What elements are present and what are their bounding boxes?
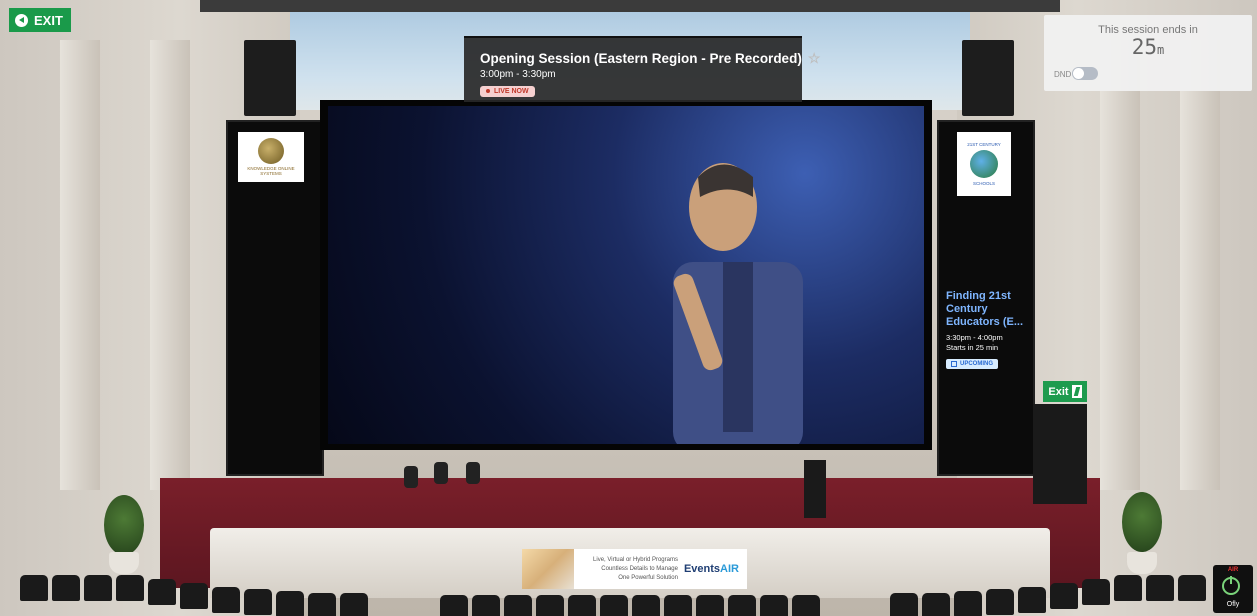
plant <box>1122 492 1162 552</box>
sponsor-logo-right[interactable]: 21ST CENTURY SCHOOLS <box>957 132 1011 196</box>
session-title-row: Opening Session (Eastern Region - Pre Re… <box>480 50 820 67</box>
sponsor-right-line1: 21ST CENTURY <box>967 142 1001 147</box>
session-title: Opening Session (Eastern Region - Pre Re… <box>480 51 802 66</box>
timer-unit: m <box>1157 43 1165 57</box>
exit-sign[interactable]: Exit <box>1043 381 1087 402</box>
live-dot-icon <box>486 89 490 93</box>
dnd-toggle[interactable] <box>1072 67 1098 80</box>
ceiling-beam <box>200 0 1060 12</box>
globe-icon <box>258 138 284 164</box>
upcoming-badge: UPCOMING <box>946 359 998 369</box>
session-time: 3:00pm - 3:30pm <box>480 69 556 80</box>
corner-brand: AIR <box>1227 567 1239 573</box>
upcoming-badge-label: UPCOMING <box>960 361 993 367</box>
star-icon[interactable]: ☆ <box>808 50 821 67</box>
podium <box>804 460 826 518</box>
presenter-figure <box>673 163 803 444</box>
upcoming-starts: Starts in 25 min <box>946 343 999 352</box>
corner-widget[interactable]: AIR Ofly <box>1213 565 1253 613</box>
ad-text: Live, Virtual or Hybrid Programs Countle… <box>574 556 684 583</box>
ad-line2: Countless Details to Manage <box>601 565 678 572</box>
ad-brand-b: AIR <box>720 563 739 575</box>
ad-line3: One Powerful Solution <box>618 574 678 581</box>
back-arrow-icon <box>15 13 28 27</box>
sponsor-right-line2: SCHOOLS <box>972 181 995 186</box>
pillar <box>150 40 190 490</box>
main-stage-screen <box>320 100 932 450</box>
calendar-icon <box>951 361 957 367</box>
exit-button-label: EXIT <box>34 12 63 28</box>
ad-photo <box>522 549 574 589</box>
left-sponsor-panel: KNOWLEDGE ONLINE SYSTEMS <box>226 120 324 476</box>
live-now-badge: LIVE NOW <box>480 85 535 97</box>
timer-minutes: 25 <box>1131 35 1158 59</box>
pillar <box>60 40 100 490</box>
session-timer-card: This session ends in 25m DND <box>1044 15 1252 91</box>
power-icon <box>1222 576 1240 595</box>
ad-line1: Live, Virtual or Hybrid Programs <box>593 556 678 563</box>
running-person-icon <box>1071 385 1082 398</box>
upcoming-time: 3:30pm - 4:00pm <box>946 333 1003 342</box>
pillar <box>1180 40 1220 490</box>
stage-chairs <box>400 462 488 502</box>
ad-brand-a: Events <box>683 563 721 575</box>
pillar <box>1100 40 1140 490</box>
live-now-label: LIVE NOW <box>494 87 529 95</box>
plant <box>104 495 144 555</box>
globe-icon <box>970 150 998 178</box>
ad-banner[interactable]: Live, Virtual or Hybrid Programs Countle… <box>522 549 747 589</box>
exit-sign-label: Exit <box>1048 385 1069 398</box>
sponsor-left-line2: SYSTEMS <box>260 171 282 176</box>
timer-value: 25m <box>1044 35 1252 59</box>
upcoming-title: Finding 21st Century Educators (E... <box>946 290 1024 328</box>
dnd-label: DND <box>1054 70 1072 79</box>
session-video[interactable] <box>328 106 924 444</box>
toggle-knob <box>1073 68 1084 79</box>
loudspeaker <box>244 40 296 116</box>
ad-brand: EventsAIR <box>684 563 747 575</box>
exit-button[interactable]: EXIT <box>9 8 71 32</box>
current-session-banner: Opening Session (Eastern Region - Pre Re… <box>464 36 820 102</box>
sponsor-logo-left[interactable]: KNOWLEDGE ONLINE SYSTEMS <box>238 132 304 182</box>
upcoming-session[interactable]: Finding 21st Century Educators (E... 3:3… <box>946 290 1026 372</box>
loudspeaker <box>962 40 1014 116</box>
exit-door <box>1033 404 1087 504</box>
corner-label: Ofly <box>1226 601 1240 608</box>
